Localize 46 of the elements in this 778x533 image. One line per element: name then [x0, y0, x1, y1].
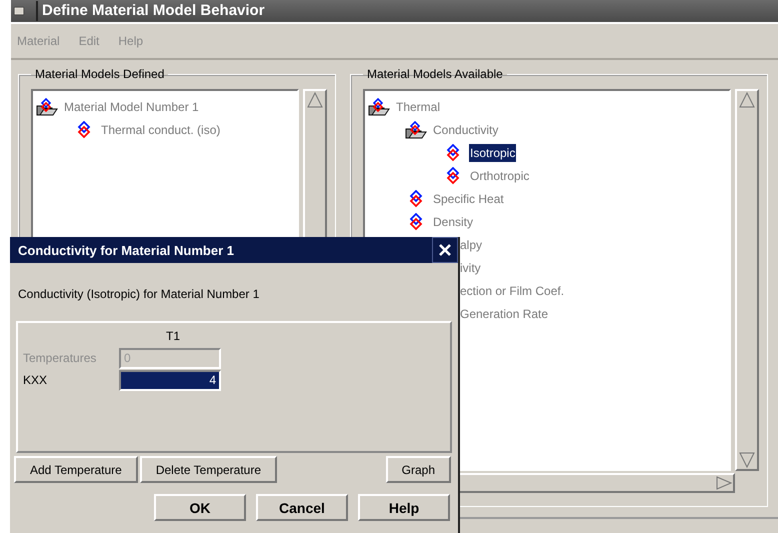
tree-item[interactable]: Isotropic [469, 144, 516, 162]
menu-item[interactable]: Help [118, 34, 144, 48]
folder-icon [36, 98, 58, 116]
tree-item[interactable]: alpy [459, 236, 484, 254]
tree-item[interactable]: Specific Heat [432, 190, 505, 208]
menu-item[interactable]: Edit [78, 34, 100, 48]
row-label: Temperatures [22, 351, 98, 365]
diamond-icon [446, 166, 460, 184]
tree-item[interactable]: Material Model Number 1 [63, 98, 200, 116]
tree-item[interactable]: Thermal conduct. (iso) [100, 120, 222, 138]
tree-item[interactable]: Conductivity [432, 120, 500, 138]
folder-icon [368, 98, 390, 116]
window-title: Define Material Model Behavior [36, 1, 265, 21]
table-button[interactable]: Delete Temperature [140, 456, 278, 483]
tree-item[interactable]: Generation Rate [459, 304, 550, 322]
vertical-scrollbar[interactable] [735, 89, 759, 471]
scroll-up-icon[interactable] [307, 91, 323, 109]
scroll-down-icon[interactable] [739, 451, 755, 469]
scroll-up-icon[interactable] [739, 91, 755, 109]
dialog-button[interactable]: Help [358, 494, 450, 521]
diamond-icon [409, 190, 423, 208]
group-title: Material Models Available [366, 67, 504, 81]
menu-item[interactable]: Material [17, 34, 60, 48]
scroll-right-icon[interactable] [715, 476, 733, 490]
table-button[interactable]: Add Temperature [14, 456, 138, 483]
close-icon[interactable] [439, 244, 451, 256]
tree-item[interactable]: ection or Film Coef. [459, 282, 566, 300]
tree-item[interactable]: Orthotropic [469, 166, 530, 184]
diamond-icon [409, 212, 423, 230]
tree-item[interactable]: Thermal [395, 98, 442, 116]
dialog-button[interactable]: Cancel [256, 494, 348, 521]
close-button[interactable] [432, 237, 458, 263]
dialog-heading: Conductivity (Isotropic) for Material Number 1 [17, 286, 260, 303]
tree-item[interactable]: Density [432, 212, 474, 230]
column-header: T1 [164, 328, 181, 345]
row-label: KXX [22, 373, 48, 387]
tree-item[interactable]: ivity [459, 258, 482, 276]
window-menu-icon[interactable] [14, 7, 24, 15]
diamond-icon [77, 120, 91, 138]
folder-icon [405, 120, 427, 138]
group-title: Material Models Defined [34, 67, 166, 81]
dialog-button[interactable]: OK [154, 494, 246, 521]
dialog-title: Conductivity for Material Number 1 [18, 242, 234, 258]
table-button[interactable]: Graph [386, 456, 451, 483]
input-field[interactable]: 4 [119, 370, 221, 390]
diamond-icon [446, 144, 460, 162]
